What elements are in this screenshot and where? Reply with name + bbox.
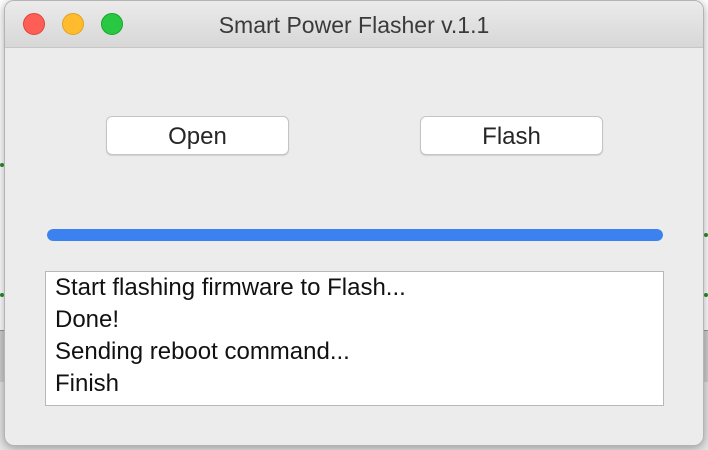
log-line: Done!: [55, 306, 120, 333]
flash-button[interactable]: Flash: [420, 116, 603, 155]
flasher-window: Smart Power Flasher v.1.1 Open Flash Sta…: [4, 0, 704, 446]
log-line: Finish: [55, 370, 120, 397]
title-bar[interactable]: Smart Power Flasher v.1.1: [5, 1, 703, 48]
log-line: Start flashing firmware to Flash...: [55, 274, 406, 301]
log-line: Sending reboot command...: [55, 338, 350, 365]
background-dot: [704, 293, 708, 297]
progress-bar-fill: [47, 229, 663, 241]
window-title: Smart Power Flasher v.1.1: [218, 12, 490, 38]
open-button[interactable]: Open: [106, 116, 289, 155]
progress-bar: [47, 229, 663, 241]
log-output[interactable]: Start flashing firmware to Flash... Done!…: [45, 271, 664, 406]
background-dot: [704, 233, 708, 237]
